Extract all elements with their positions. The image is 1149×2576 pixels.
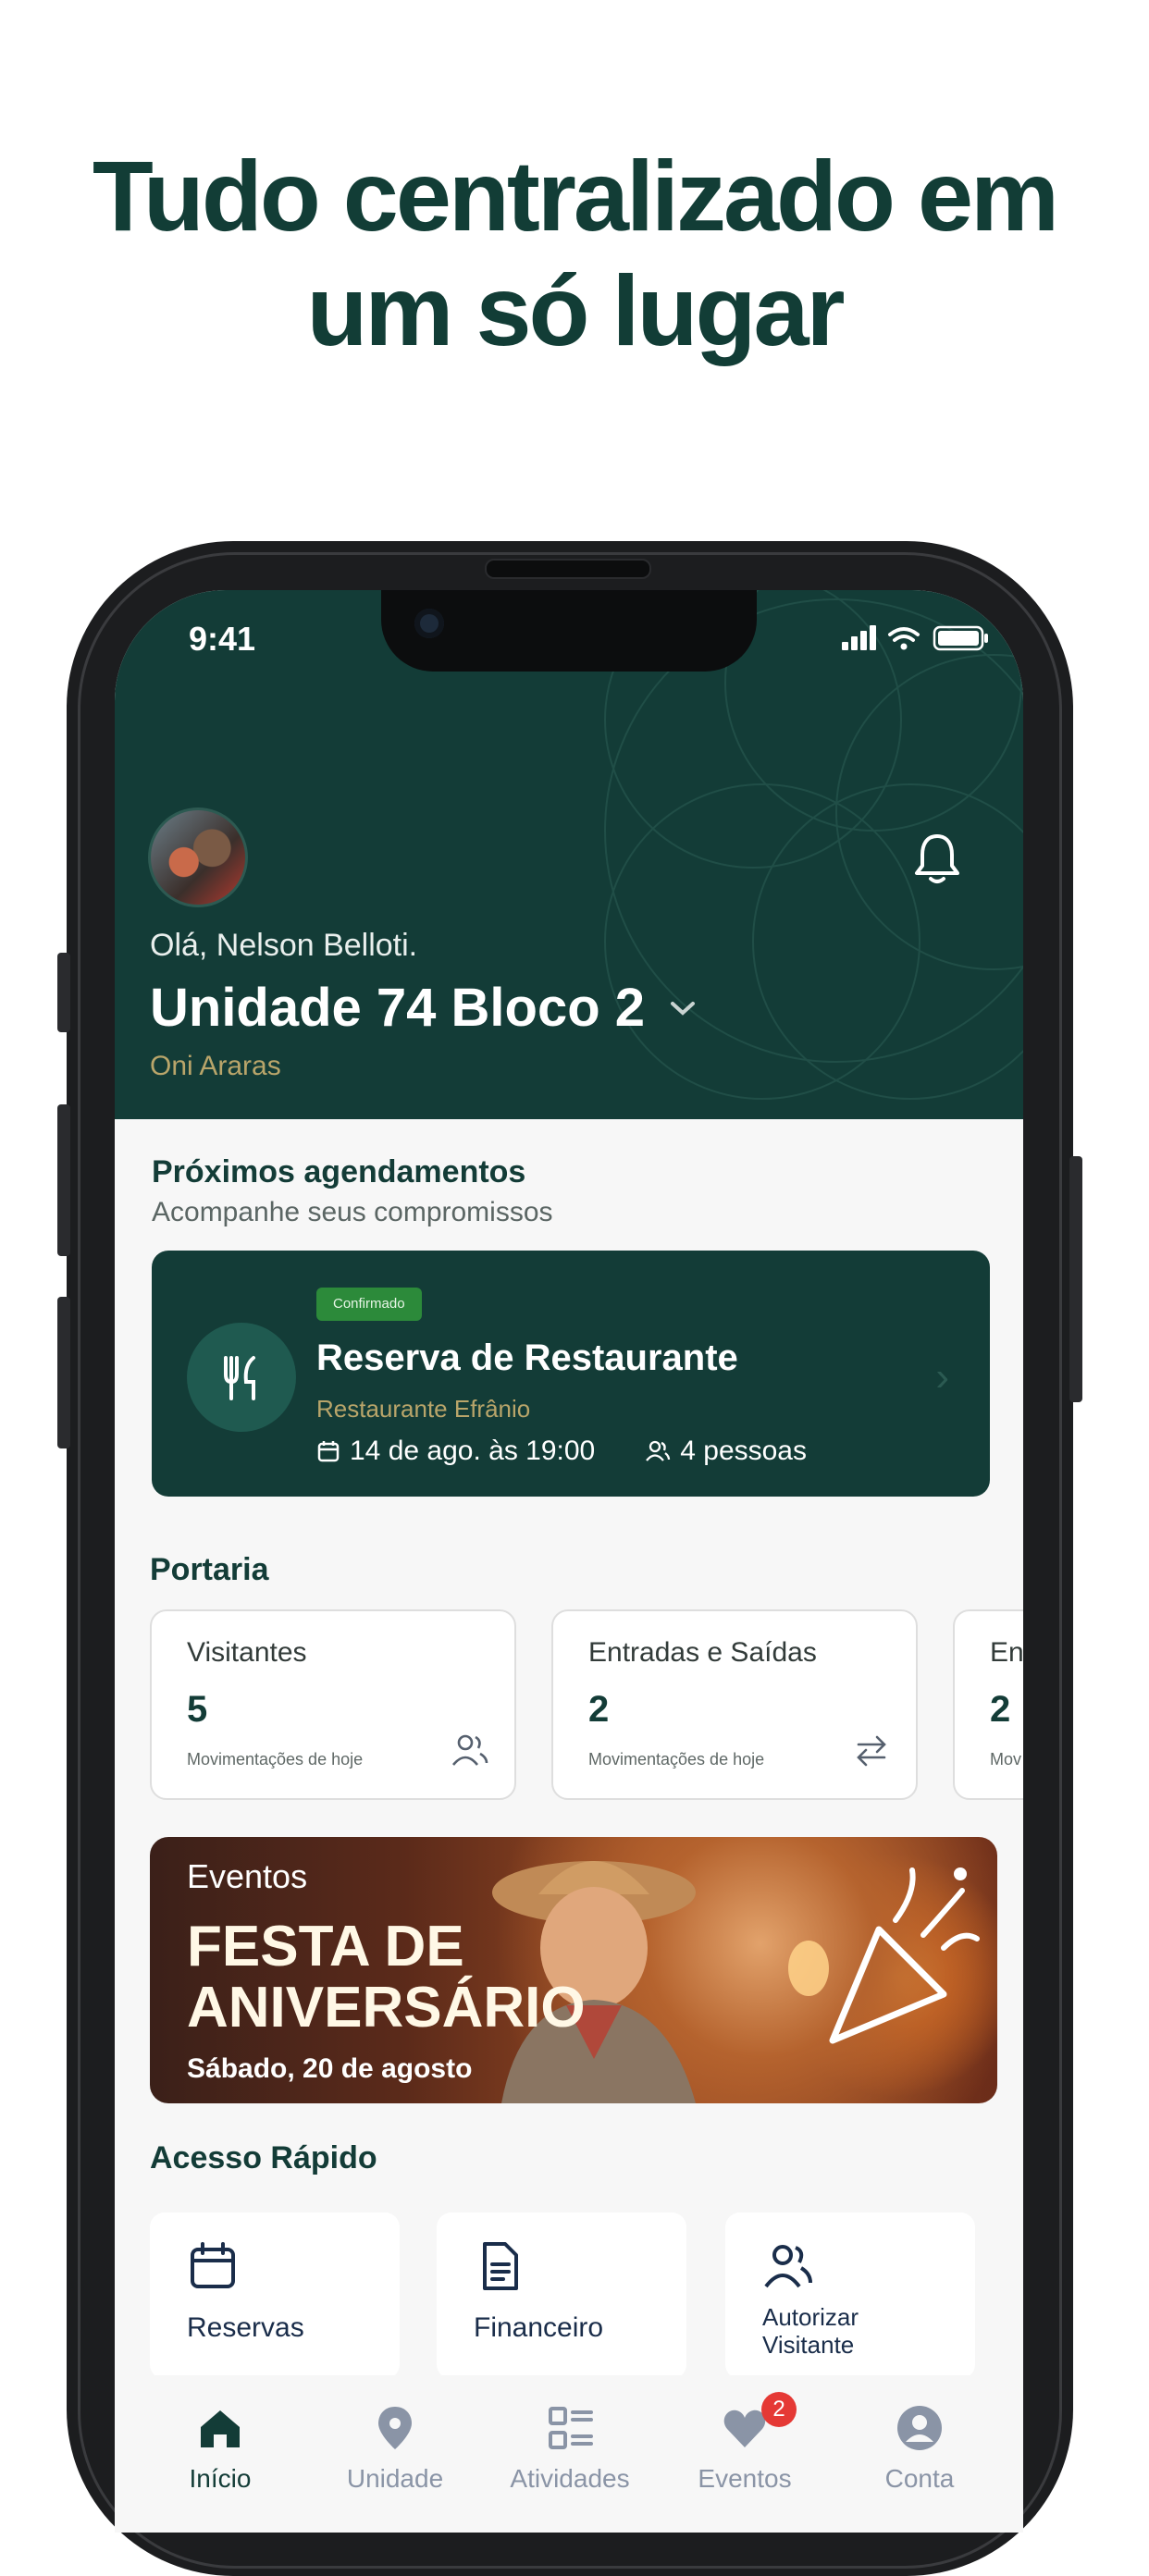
event-label: Eventos xyxy=(187,1857,308,1895)
booking-date: 14 de ago. às 19:00 xyxy=(350,1436,596,1466)
quick-access-financeiro[interactable]: Financeiro xyxy=(437,2212,686,2379)
card-value: 5 xyxy=(187,1689,208,1730)
calendar-icon xyxy=(191,2242,235,2288)
portaria-card-visitantes[interactable]: Visitantes 5 Movimentações de hoje xyxy=(150,1609,516,1800)
tab-atividades[interactable]: Atividades xyxy=(487,2403,653,2494)
card-label: En xyxy=(990,1637,1023,1668)
event-title: FESTA DE ANIVERSÁRIO xyxy=(187,1915,586,2040)
list-icon xyxy=(549,2407,593,2449)
status-time: 9:41 xyxy=(189,620,256,658)
headline: Tudo centralizado em um só lugar xyxy=(0,139,1149,368)
silent-switch xyxy=(57,953,70,1032)
greeting: Olá, Nelson Belloti. xyxy=(150,928,418,963)
bell-icon[interactable] xyxy=(912,831,962,886)
restaurant-icon xyxy=(187,1323,296,1432)
people-icon xyxy=(646,1440,671,1461)
portaria-card-partial[interactable]: En 2 Mov xyxy=(953,1609,1023,1800)
booking-meta: 14 de ago. às 19:00 4 pessoas xyxy=(316,1436,807,1467)
chevron-right-icon: › xyxy=(935,1354,949,1399)
party-popper-icon xyxy=(829,1867,980,2044)
upcoming-subtitle: Acompanhe seus compromissos xyxy=(152,1197,553,1227)
tab-label: Eventos xyxy=(698,2464,792,2493)
location-pin-icon xyxy=(378,2407,412,2449)
wifi-icon xyxy=(888,627,920,642)
notification-badge: 2 xyxy=(761,2392,797,2427)
quick-access-label: Reservas xyxy=(187,2312,304,2343)
condo-name: Oni Araras xyxy=(150,1051,281,1081)
battery-icon xyxy=(933,625,988,651)
card-value: 2 xyxy=(990,1689,1011,1730)
quick-access-title: Acesso Rápido xyxy=(150,2140,377,2175)
tab-conta[interactable]: Conta xyxy=(836,2403,1003,2494)
tab-inicio[interactable]: Início xyxy=(137,2403,303,2494)
volume-up-button xyxy=(57,1104,70,1256)
booking-card[interactable]: Confirmado Reserva de Restaurante Restau… xyxy=(152,1251,990,1497)
portaria-title: Portaria xyxy=(150,1552,269,1587)
power-button xyxy=(1069,1156,1082,1402)
quick-access-label: Autorizar Visitante xyxy=(762,2303,859,2359)
quick-access-reservas[interactable]: Reservas xyxy=(150,2212,400,2379)
unit-title: Unidade 74 Bloco 2 xyxy=(150,978,646,1038)
event-date: Sábado, 20 de agosto xyxy=(187,2053,473,2084)
card-label: Entradas e Saídas xyxy=(588,1637,817,1668)
swap-arrows-icon xyxy=(857,1735,886,1767)
unit-selector[interactable]: Unidade 74 Bloco 2 xyxy=(150,977,697,1039)
portaria-card-entradas-saidas[interactable]: Entradas e Saídas 2 Movimentações de hoj… xyxy=(551,1609,918,1800)
avatar[interactable] xyxy=(148,807,248,907)
card-sub: Movimentações de hoje xyxy=(588,1750,765,1769)
volume-down-button xyxy=(57,1297,70,1448)
booking-title: Reserva de Restaurante xyxy=(316,1337,738,1378)
front-camera xyxy=(414,609,444,638)
document-icon xyxy=(483,2242,518,2290)
app-screen: 9:41 Olá, Nelson Belloti. Unidade 74 Blo… xyxy=(115,590,1023,2533)
card-sub: Mov xyxy=(990,1750,1022,1769)
quick-access-autorizar-visitante[interactable]: Autorizar Visitante xyxy=(725,2212,975,2379)
headline-line-1: Tudo centralizado em xyxy=(92,140,1059,252)
booking-people: 4 pessoas xyxy=(680,1436,807,1466)
headline-line-2: um só lugar xyxy=(306,254,845,366)
tab-unidade[interactable]: Unidade xyxy=(312,2403,478,2494)
card-label: Visitantes xyxy=(187,1637,307,1668)
event-banner[interactable]: Eventos FESTA DE ANIVERSÁRIO Sábado, 20 … xyxy=(150,1837,997,2103)
users-icon xyxy=(451,1734,488,1766)
tab-label: Unidade xyxy=(346,2464,444,2493)
tab-label: Início xyxy=(189,2464,252,2493)
account-icon xyxy=(897,2406,942,2450)
card-sub: Movimentações de hoje xyxy=(187,1750,364,1769)
chevron-down-icon xyxy=(671,1001,696,1016)
calendar-icon xyxy=(317,1441,340,1462)
tab-bar: Início Unidade Atividades 2 Eventos Cont… xyxy=(115,2375,1023,2533)
tab-label: Conta xyxy=(884,2464,955,2493)
home-icon xyxy=(201,2410,240,2447)
quick-access-label: Financeiro xyxy=(474,2312,604,2343)
status-badge: Confirmado xyxy=(316,1288,422,1321)
card-value: 2 xyxy=(588,1689,610,1730)
earpiece-speaker xyxy=(485,559,651,579)
upcoming-title: Próximos agendamentos xyxy=(152,1154,526,1189)
tab-label: Atividades xyxy=(510,2464,630,2493)
signal-icon xyxy=(842,625,876,650)
status-icons xyxy=(842,625,988,651)
users-icon xyxy=(764,2245,812,2288)
tab-eventos[interactable]: 2 Eventos xyxy=(661,2392,828,2494)
booking-place: Restaurante Efrânio xyxy=(316,1395,531,1423)
